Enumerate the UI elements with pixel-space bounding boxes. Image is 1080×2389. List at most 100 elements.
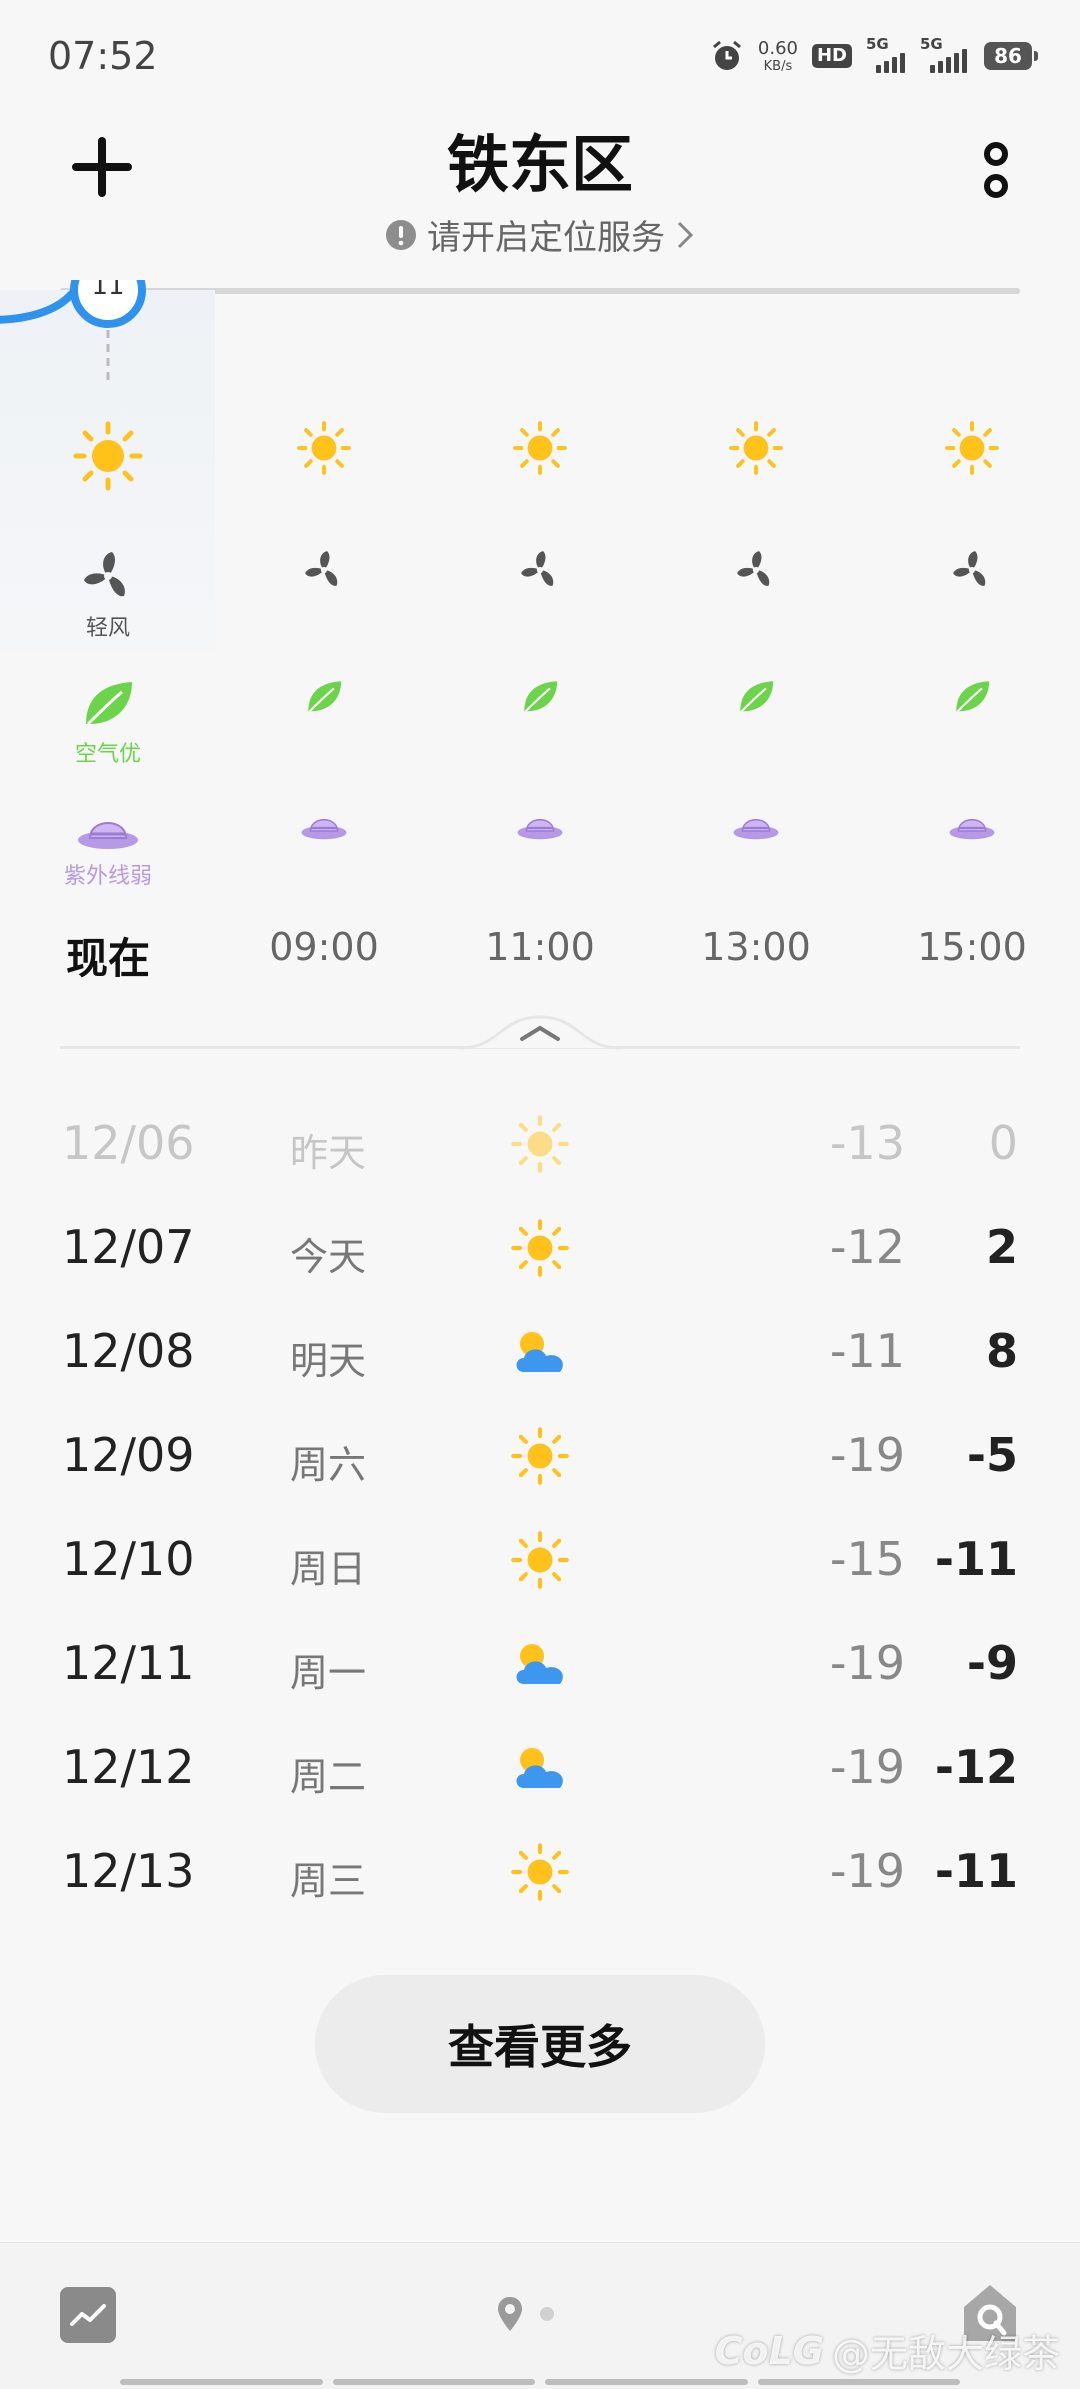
daily-row[interactable]: 12/07 今天 -12 2 (0, 1194, 1080, 1299)
sun-icon (511, 1219, 569, 1277)
day-date: 12/10 (62, 1532, 195, 1586)
fan-wind-icon (84, 552, 125, 597)
day-weather-icon (510, 1738, 570, 1798)
hour-column-4: 15:00 (864, 290, 1080, 970)
day-high-temp: -12 (934, 1740, 1018, 1794)
signal-strength-1-icon: 5G (866, 35, 906, 73)
day-high-temp: 0 (988, 1116, 1018, 1170)
watermark-logo: CoLG (714, 2328, 824, 2373)
day-weekday: 昨天 (290, 1131, 367, 1175)
day-weekday: 周日 (290, 1547, 367, 1591)
uv-index-label: 紫外线弱 (63, 864, 152, 889)
hour-label: 11:00 (485, 925, 595, 969)
collapse-hourly-button[interactable] (510, 1018, 570, 1048)
sun-icon (511, 1843, 569, 1901)
fan-wind-icon (305, 551, 338, 586)
fan-wind-icon (953, 551, 986, 586)
day-weekday: 周三 (290, 1859, 367, 1903)
leaf-icon (740, 681, 774, 713)
day-low-temp: -19 (829, 1740, 905, 1794)
day-weather-icon (510, 1530, 570, 1590)
status-bar: 07:52 0.60 KB/s HD 5G 5G 86 (0, 0, 1080, 120)
daily-row[interactable]: 12/11 周一 -19 -9 (0, 1610, 1080, 1715)
hour-label: 09:00 (269, 925, 379, 969)
day-low-temp: -12 (829, 1220, 905, 1274)
day-weather-icon (510, 1114, 570, 1174)
day-low-temp: -15 (829, 1532, 905, 1586)
gesture-bar (120, 2379, 960, 2385)
city-title: 铁东区 (446, 128, 633, 201)
view-more-button[interactable]: 查看更多 (315, 1975, 765, 2113)
day-high-temp: 8 (985, 1324, 1018, 1378)
day-weather-icon (510, 1842, 570, 1902)
page-indicator (496, 2295, 554, 2333)
day-high-temp: 2 (985, 1220, 1018, 1274)
leaf-icon (956, 681, 990, 713)
day-date: 12/08 (62, 1324, 195, 1378)
more-vertical-icon (984, 142, 1008, 198)
location-pin-icon (498, 2297, 522, 2331)
daily-row[interactable]: 12/10 周日 -15 -11 (0, 1506, 1080, 1611)
location-hint-text: 请开启定位服务 (427, 218, 665, 258)
day-weekday: 今天 (290, 1235, 367, 1279)
day-date: 12/07 (62, 1220, 195, 1274)
daily-row[interactable]: 12/08 明天 -11 8 (0, 1298, 1080, 1403)
chevron-right-icon (677, 221, 694, 248)
fan-wind-icon (521, 551, 554, 586)
hour-column-0: 轻风 空气优 紫外线弱 现在 (0, 290, 216, 983)
leaf-icon (308, 681, 342, 713)
daily-row[interactable]: 12/12 周二 -19 -12 (0, 1714, 1080, 1819)
info-alert-icon (386, 219, 416, 250)
day-weather-icon (510, 1426, 570, 1486)
location-service-prompt[interactable]: 请开启定位服务 (0, 210, 1080, 259)
day-weekday: 周一 (290, 1651, 367, 1695)
day-weather-icon (510, 1634, 570, 1694)
chevron-up-icon (520, 1025, 560, 1041)
daily-row[interactable]: 12/06 昨天 -13 0 (0, 1090, 1080, 1195)
sun-hat-icon (78, 822, 138, 849)
day-high-temp: -11 (934, 1532, 1018, 1586)
day-date: 12/09 (62, 1428, 195, 1482)
fan-wind-icon (737, 551, 770, 586)
sun-icon (945, 421, 999, 475)
network-speed: 0.60 KB/s (757, 37, 798, 74)
hour-column-1: 09:00 (216, 290, 432, 970)
day-weather-icon (510, 1218, 570, 1278)
sun-hat-icon (517, 819, 563, 840)
trend-button[interactable] (60, 2287, 116, 2343)
hour-label-now: 现在 (65, 934, 150, 983)
day-low-temp: -11 (829, 1324, 905, 1378)
sun-icon (729, 421, 783, 475)
day-date: 12/12 (62, 1740, 195, 1794)
air-quality-label: 空气优 (74, 742, 141, 767)
status-time: 07:52 (48, 34, 158, 78)
day-high-temp: -5 (966, 1428, 1018, 1482)
header: 铁东区 请开启定位服务 (0, 110, 1080, 294)
battery-icon: 86 (984, 42, 1038, 70)
day-date: 12/11 (62, 1636, 195, 1690)
hd-voice-badge: HD (811, 44, 852, 68)
hour-column-2: 11:00 (432, 290, 648, 970)
day-high-temp: -11 (934, 1844, 1018, 1898)
partly-cloudy-icon (516, 1332, 563, 1372)
day-low-temp: -19 (829, 1844, 905, 1898)
wind-level-label: 轻风 (85, 616, 130, 641)
day-low-temp: -19 (829, 1428, 905, 1482)
day-low-temp: -19 (829, 1636, 905, 1690)
day-date: 12/13 (62, 1844, 195, 1898)
more-options-button[interactable] (966, 126, 1026, 216)
daily-row[interactable]: 12/09 周六 -19 -5 (0, 1402, 1080, 1507)
sun-hat-icon (733, 819, 779, 840)
hour-label: 15:00 (917, 925, 1027, 969)
status-icons: 0.60 KB/s HD 5G 5G 86 (710, 34, 1038, 78)
sun-icon (297, 421, 351, 475)
hour-column-3: 13:00 (648, 290, 864, 970)
hourly-forecast[interactable]: 11 轻风 空气优 紫外线弱 现在 09:00 11:00 13:00 15:0… (0, 280, 1080, 983)
day-low-temp: -13 (829, 1116, 905, 1170)
daily-row[interactable]: 12/13 周三 -19 -11 (0, 1818, 1080, 1923)
partly-cloudy-icon (516, 1644, 563, 1684)
day-weekday: 周二 (290, 1755, 367, 1799)
day-high-temp: -9 (966, 1636, 1018, 1690)
partly-cloudy-icon (516, 1748, 563, 1788)
leaf-icon (86, 682, 132, 726)
